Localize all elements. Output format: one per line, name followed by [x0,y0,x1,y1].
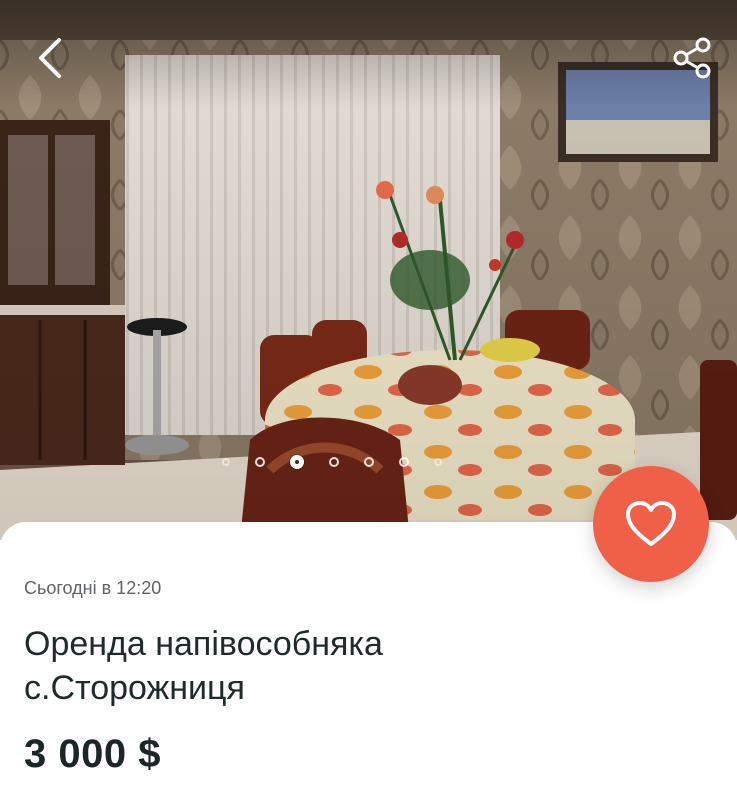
gallery-dot[interactable] [399,457,409,467]
gallery-dot[interactable] [434,458,442,466]
gallery-pagination [222,452,442,472]
gallery-dot-active[interactable] [290,455,304,469]
gallery-dot[interactable] [222,458,230,466]
gallery-dot[interactable] [364,457,374,467]
listing-title: Оренда напівособняка с.Сторожниця [24,625,383,707]
posted-date: Сьогодні в 12:20 [24,578,162,598]
back-button[interactable] [26,32,74,84]
chevron-left-icon [39,38,61,78]
favorite-button[interactable] [593,466,709,582]
gallery-dot[interactable] [255,457,265,467]
listing-price: 3 000 $ [24,732,161,776]
gallery-dot[interactable] [329,457,339,467]
heart-outline-icon [626,501,676,546]
listing-photo[interactable] [0,0,737,540]
share-button[interactable] [664,30,720,86]
share-icon [673,37,711,79]
